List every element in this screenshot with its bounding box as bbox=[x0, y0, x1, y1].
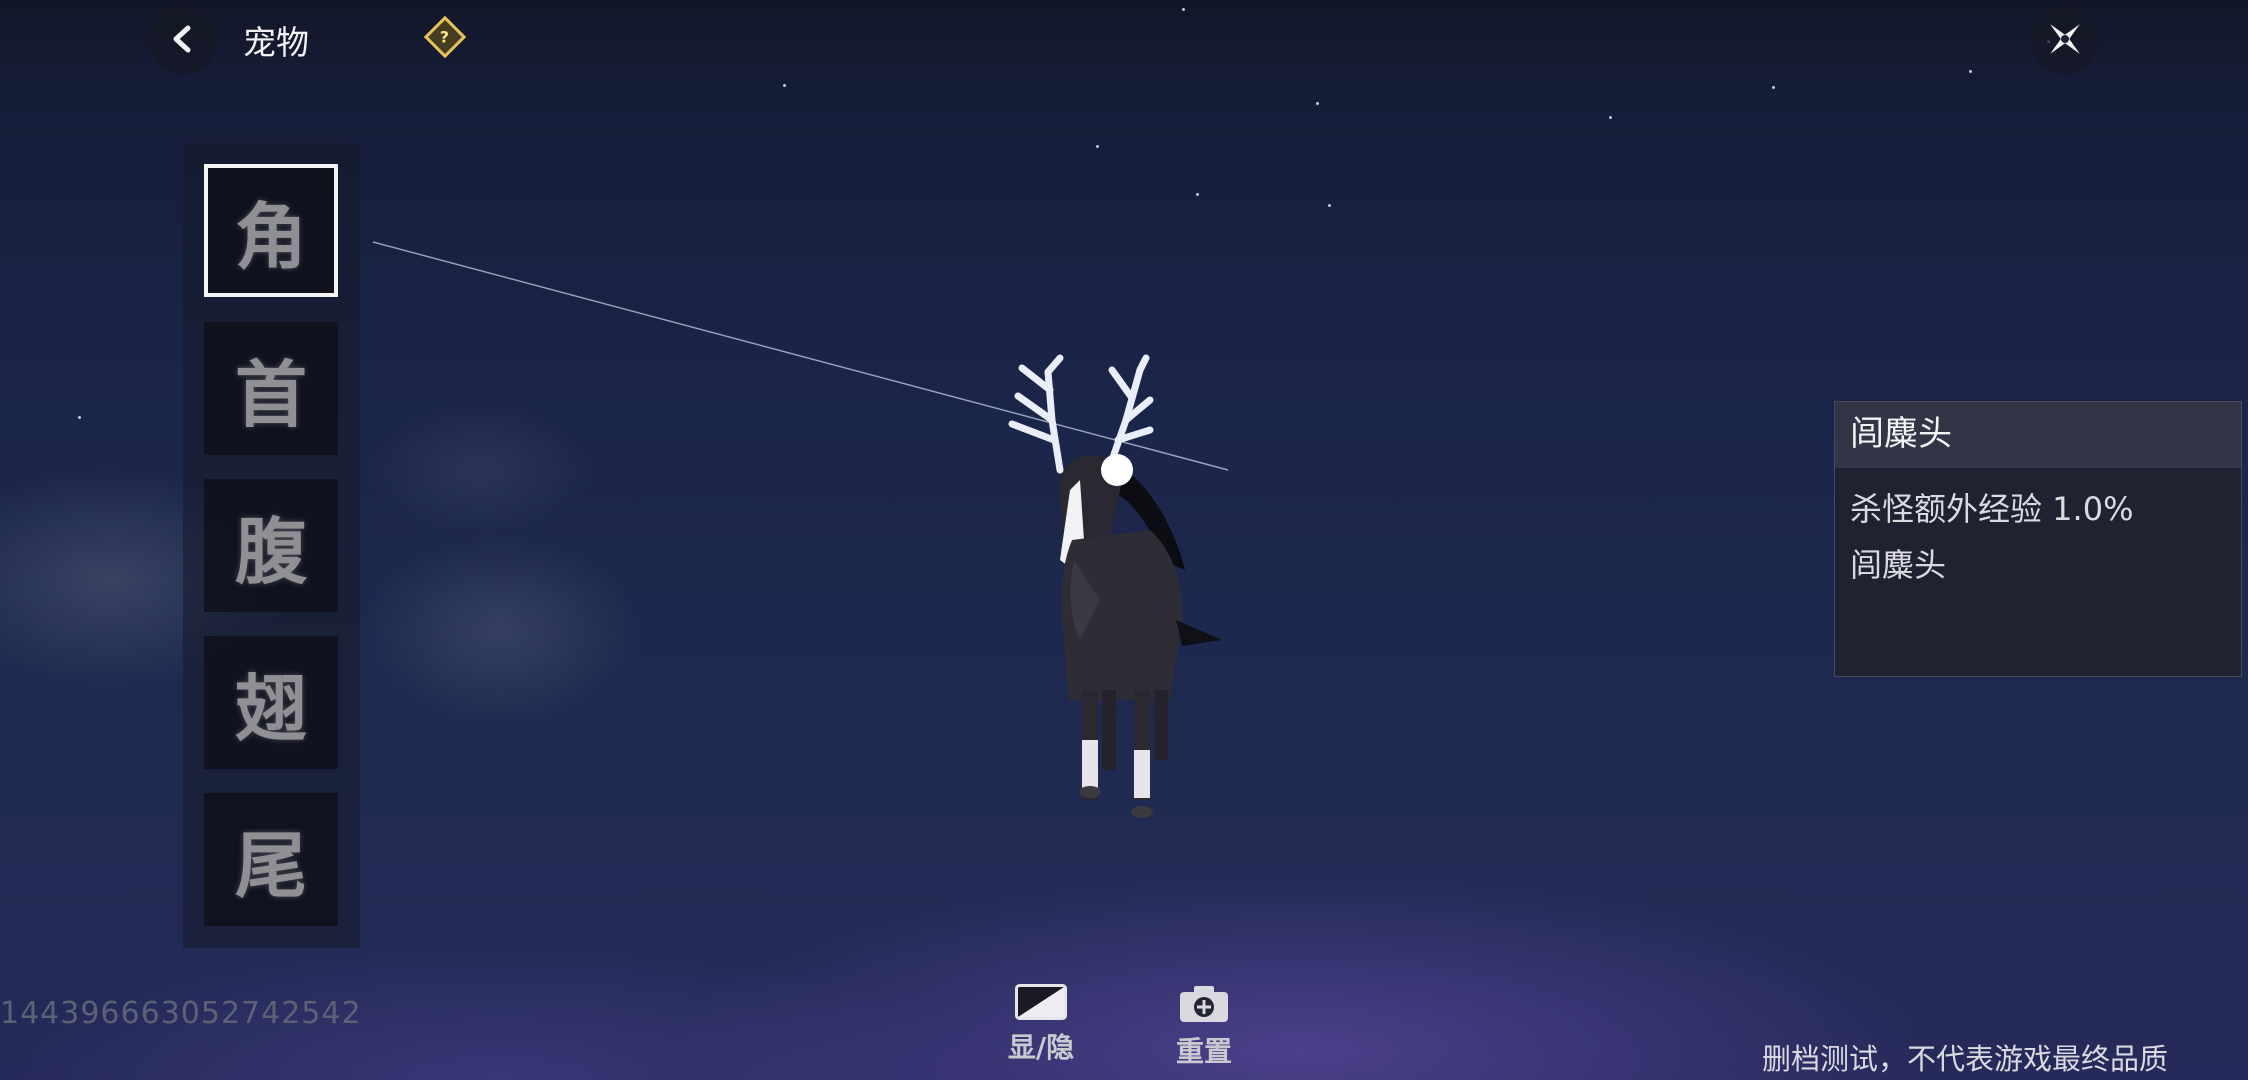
toggle-visibility-icon bbox=[1015, 984, 1067, 1020]
player-uid: 144396663052742542 bbox=[0, 996, 362, 1031]
part-pointer-line bbox=[372, 241, 1229, 471]
camera-reset-icon bbox=[1180, 986, 1228, 1022]
toggle-visibility-label: 显/隐 bbox=[1007, 1031, 1075, 1064]
test-disclaimer: 删档测试，不代表游戏最终品质 bbox=[1762, 1042, 2169, 1076]
reset-camera-button[interactable]: 重置 bbox=[1159, 984, 1249, 1070]
pet-deer-model[interactable] bbox=[1008, 354, 1222, 818]
part-anchor-dot bbox=[1101, 454, 1133, 486]
part-info-panel: 闾麋头 杀怪额外经验 1.0% 闾麋头 bbox=[1834, 401, 2242, 677]
part-info-title: 闾麋头 bbox=[1835, 402, 2241, 468]
part-info-bonus: 杀怪额外经验 1.0% bbox=[1850, 490, 2134, 528]
toggle-visibility-button[interactable]: 显/隐 bbox=[996, 984, 1086, 1066]
part-info-name: 闾麋头 bbox=[1850, 546, 1947, 584]
reset-camera-label: 重置 bbox=[1175, 1035, 1232, 1068]
